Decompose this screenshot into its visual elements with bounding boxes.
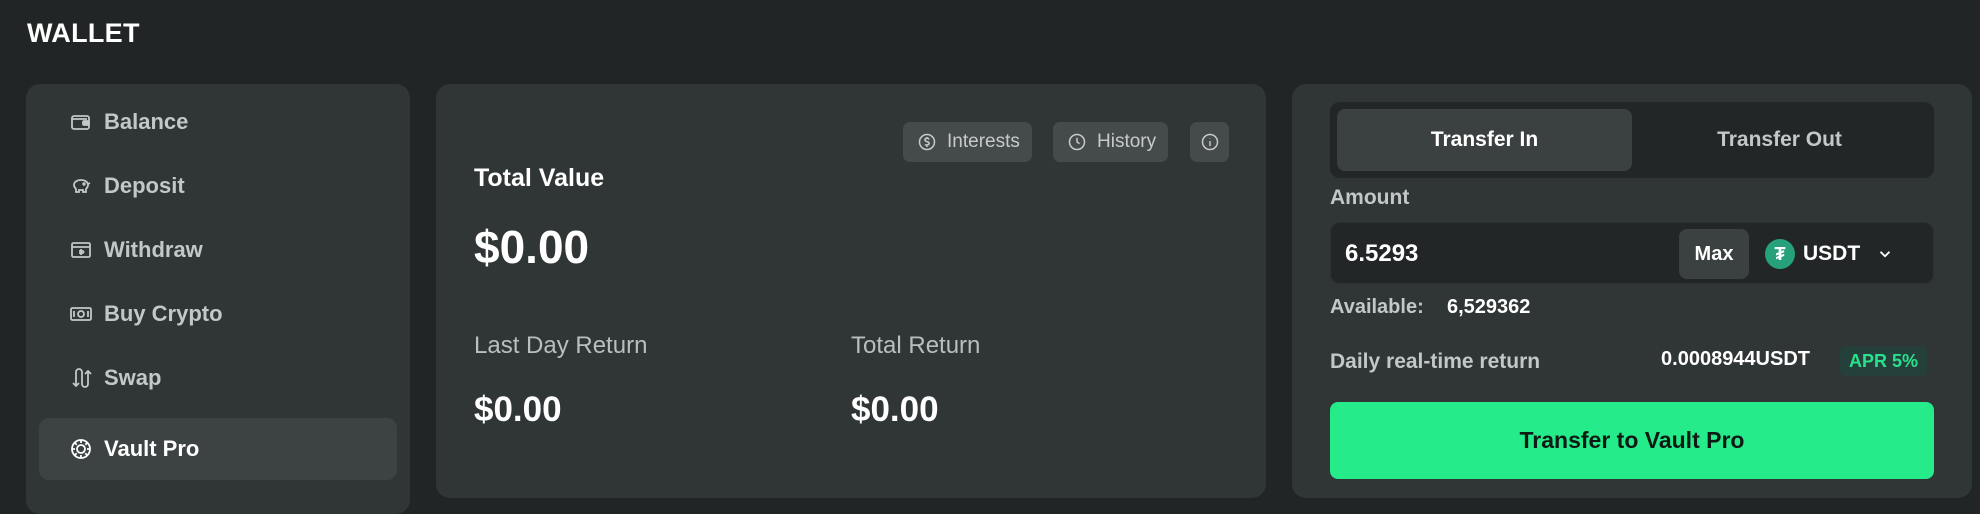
withdraw-icon	[68, 237, 94, 263]
page-title: WALLET	[27, 18, 140, 48]
sidebar-item-label: Buy Crypto	[104, 301, 223, 326]
total-return-label: Total Return	[851, 332, 981, 359]
daily-return-value: 0.0008944USDT	[1661, 348, 1810, 370]
cash-icon	[68, 301, 94, 327]
sidebar-item-withdraw[interactable]: Withdraw	[39, 219, 397, 281]
vault-summary-card: Interests History Total Value $0.00 Last…	[436, 84, 1266, 498]
tab-transfer-in[interactable]: Transfer In	[1337, 109, 1632, 171]
vault-icon	[68, 436, 94, 462]
sidebar-item-label: Withdraw	[104, 237, 203, 262]
sidebar: Balance Deposit Withdraw Buy Crypto Swap…	[26, 84, 410, 514]
coin-name: USDT	[1803, 242, 1861, 265]
amount-field: Max ₮ USDT	[1330, 222, 1934, 284]
coin-select[interactable]: ₮ USDT	[1765, 231, 1894, 277]
amount-input[interactable]	[1345, 235, 1665, 273]
sidebar-item-balance[interactable]: Balance	[39, 91, 397, 153]
clock-icon	[1068, 133, 1086, 151]
sidebar-item-buy-crypto[interactable]: Buy Crypto	[39, 283, 397, 345]
sidebar-item-label: Swap	[104, 365, 162, 390]
sidebar-item-label: Balance	[104, 109, 189, 134]
interests-label: Interests	[947, 131, 1020, 152]
usdt-icon: ₮	[1765, 239, 1795, 269]
sidebar-item-swap[interactable]: Swap	[39, 347, 397, 409]
piggy-bank-icon	[68, 173, 94, 199]
info-icon	[1201, 133, 1218, 151]
sidebar-item-deposit[interactable]: Deposit	[39, 155, 397, 217]
amount-label: Amount	[1330, 186, 1410, 209]
apr-badge: APR 5%	[1840, 346, 1928, 376]
total-value: $0.00	[474, 221, 590, 273]
available-value: 6,529362	[1447, 296, 1531, 318]
history-button[interactable]: History	[1053, 122, 1169, 162]
sidebar-item-label: Deposit	[104, 173, 185, 198]
interests-button[interactable]: Interests	[903, 122, 1032, 162]
available-label: Available:	[1330, 296, 1424, 318]
transfer-to-vault-button[interactable]: Transfer to Vault Pro	[1330, 402, 1934, 479]
daily-return-label: Daily real-time return	[1330, 350, 1541, 373]
sidebar-item-label: Vault Pro	[104, 436, 200, 461]
last-day-return-value: $0.00	[474, 390, 562, 429]
wallet-icon	[68, 109, 94, 135]
max-button[interactable]: Max	[1679, 229, 1749, 279]
sidebar-item-vault-pro[interactable]: Vault Pro	[39, 418, 397, 480]
tab-transfer-out[interactable]: Transfer Out	[1632, 109, 1927, 171]
swap-icon	[68, 365, 94, 391]
transfer-tabs: Transfer In Transfer Out	[1330, 102, 1934, 178]
chevron-down-icon	[1880, 251, 1891, 258]
history-label: History	[1097, 131, 1157, 152]
dollar-circle-icon	[918, 133, 936, 151]
transfer-card: Transfer In Transfer Out Amount Max ₮ US…	[1292, 84, 1972, 498]
last-day-return-label: Last Day Return	[474, 332, 648, 359]
total-value-label: Total Value	[474, 164, 605, 192]
total-return-value: $0.00	[851, 390, 939, 429]
info-button[interactable]	[1190, 122, 1229, 162]
